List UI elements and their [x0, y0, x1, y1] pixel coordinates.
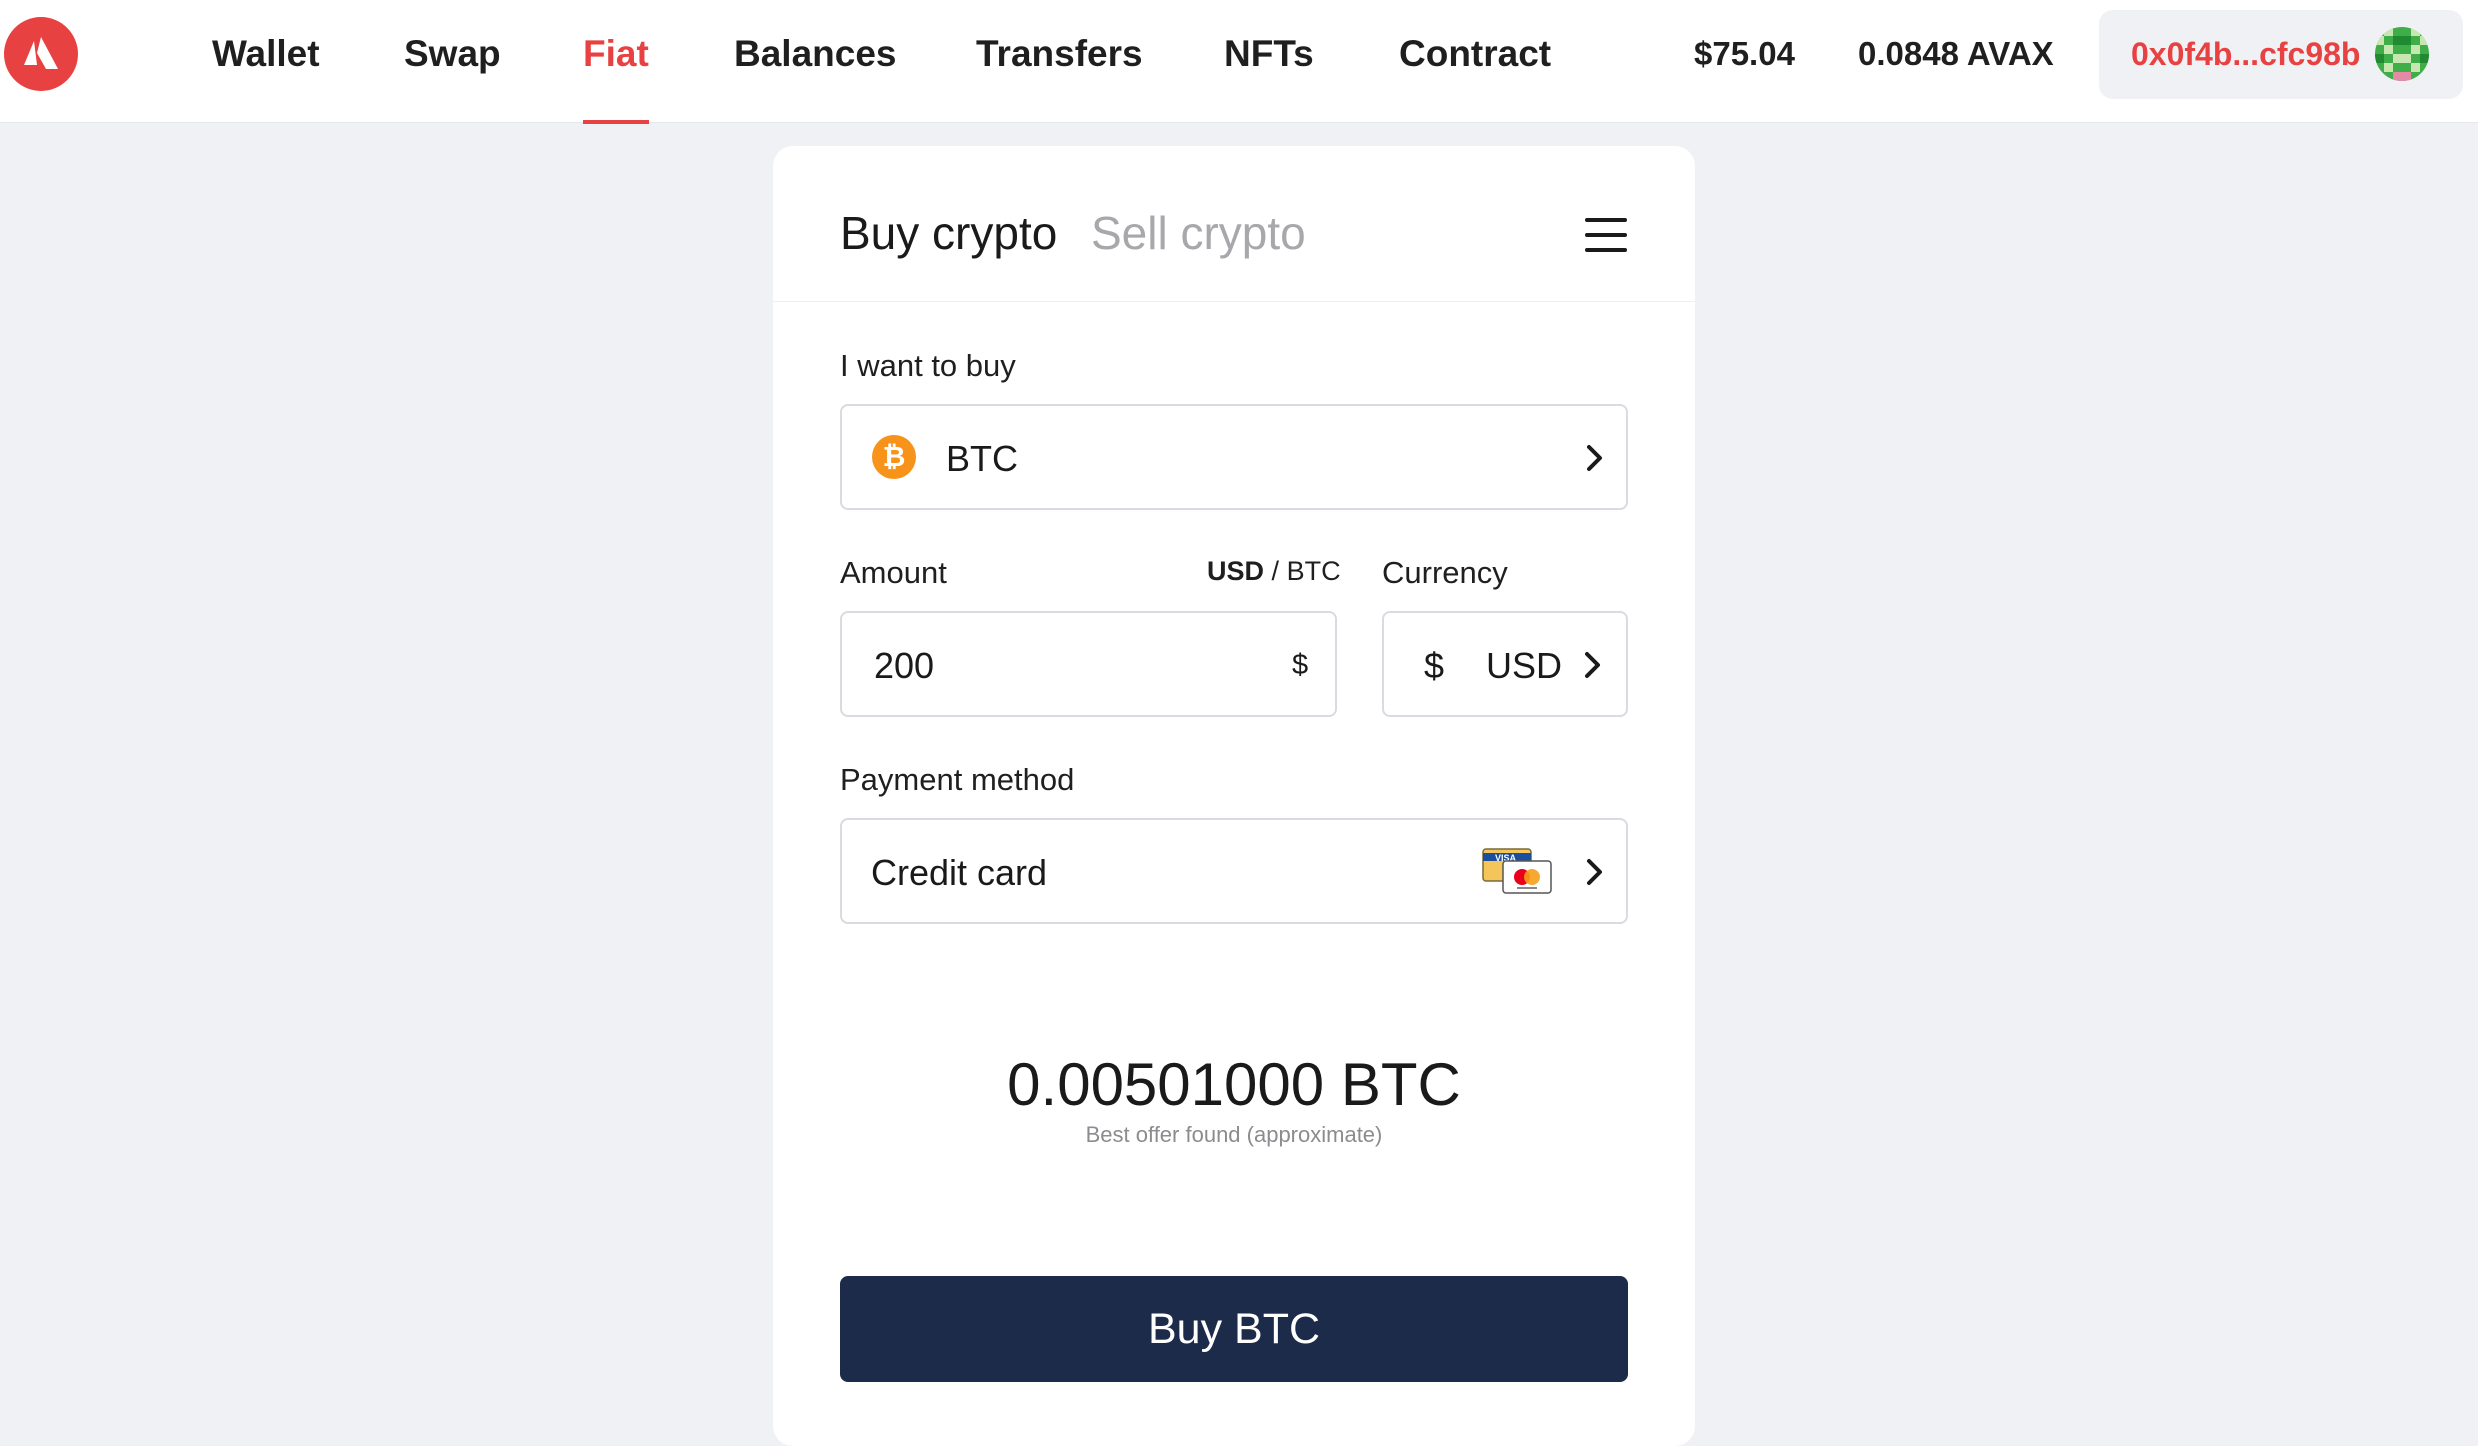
amount-value[interactable]: 200: [874, 645, 934, 687]
unit-separator: /: [1271, 556, 1280, 586]
nav-balances[interactable]: Balances: [734, 0, 897, 123]
currency-selector[interactable]: $ USD: [1382, 611, 1628, 717]
bitcoin-icon: ₿: [872, 435, 916, 479]
currency-label: Currency: [1382, 555, 1508, 590]
best-offer-note: Best offer found (approximate): [1085, 1122, 1383, 1147]
usd-balance: $75.04: [1694, 35, 1795, 72]
want-to-buy-label: I want to buy: [840, 348, 1016, 383]
wallet-address-button[interactable]: 0x0f4b...cfc98b: [2099, 10, 2463, 99]
identicon-avatar-icon: [2375, 27, 2429, 81]
fiat-widget-card: Buy crypto Sell crypto I want to buy ₿ B…: [773, 146, 1695, 1446]
amount-currency-symbol: $: [1292, 649, 1309, 681]
chevron-right-icon: [1587, 859, 1602, 885]
nav-wallet[interactable]: Wallet: [212, 0, 320, 123]
avax-balance: 0.0848 AVAX: [1858, 35, 2054, 72]
chevron-right-icon: [1585, 652, 1600, 678]
buy-button[interactable]: Buy BTC: [840, 1276, 1628, 1382]
currency-code: USD: [1486, 645, 1563, 686]
payment-method-selector[interactable]: Credit card VISA: [840, 818, 1628, 924]
asset-symbol: BTC: [946, 438, 1018, 479]
nav-swap[interactable]: Swap: [404, 0, 501, 123]
nav-fiat[interactable]: Fiat: [583, 0, 649, 124]
payment-method-value: Credit card: [871, 852, 1048, 893]
card-header: Buy crypto Sell crypto: [773, 146, 1695, 302]
estimated-crypto-amount: 0.00501000 BTC: [1007, 1051, 1461, 1118]
amount-input[interactable]: 200 $: [840, 611, 1337, 717]
hamburger-menu-icon[interactable]: [1585, 218, 1627, 252]
tab-sell-crypto[interactable]: Sell crypto: [1091, 206, 1306, 260]
tab-buy-crypto[interactable]: Buy crypto: [840, 206, 1057, 260]
unit-toggle[interactable]: USD / BTC: [1207, 556, 1341, 587]
unit-usd[interactable]: USD: [1207, 556, 1264, 586]
wallet-address: 0x0f4b...cfc98b: [2131, 36, 2361, 72]
currency-symbol: $: [1424, 645, 1445, 686]
nav-contract[interactable]: Contract: [1399, 0, 1551, 123]
visa-mastercard-icon: VISA: [1482, 848, 1552, 894]
chevron-right-icon: [1587, 445, 1602, 471]
payment-method-label: Payment method: [840, 762, 1075, 797]
unit-btc[interactable]: BTC: [1287, 556, 1341, 586]
nav-transfers[interactable]: Transfers: [976, 0, 1143, 123]
avalanche-logo-icon[interactable]: [4, 17, 78, 91]
top-navigation-bar: Wallet Swap Fiat Balances Transfers NFTs…: [0, 0, 2478, 124]
amount-label: Amount: [840, 555, 947, 590]
asset-selector[interactable]: ₿ BTC: [840, 404, 1628, 510]
nav-nfts[interactable]: NFTs: [1224, 0, 1314, 123]
